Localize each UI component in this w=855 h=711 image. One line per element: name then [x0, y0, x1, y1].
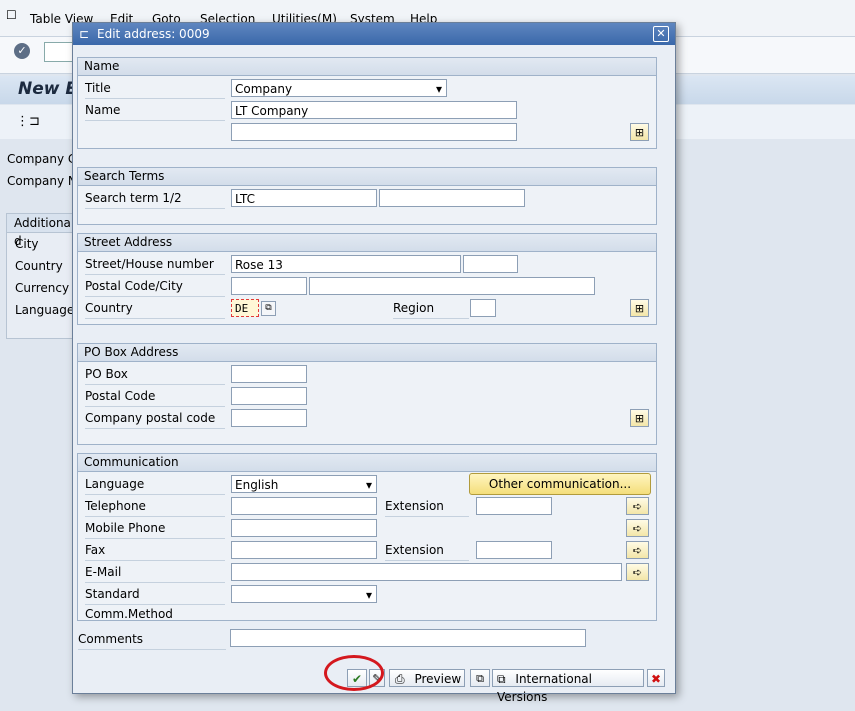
email-input[interactable]: [231, 563, 622, 581]
mobile-phone-input[interactable]: [231, 519, 377, 537]
cancel-x-icon[interactable]: ✖: [647, 669, 665, 687]
company-postal-code-label: Company postal code: [85, 408, 225, 429]
preview-label: Preview: [414, 672, 462, 686]
street-input[interactable]: Rose 13: [231, 255, 461, 273]
search-term2-input[interactable]: [379, 189, 525, 207]
mobile-details-arrow-icon[interactable]: ➪: [626, 519, 649, 537]
menu-icon[interactable]: ☐: [6, 8, 17, 22]
search-terms-header: Search Terms: [78, 168, 656, 186]
po-box-more-fields-icon[interactable]: ⊞: [630, 409, 649, 427]
po-postal-code-input[interactable]: [231, 387, 307, 405]
communication-header: Communication: [78, 454, 656, 472]
preview-button[interactable]: ⎙ Preview: [389, 669, 465, 687]
name-input[interactable]: LT Company: [231, 101, 517, 119]
postal-city-label: Postal Code/City: [85, 276, 225, 297]
versions-icon: ⧉: [497, 672, 506, 686]
country-value: DE: [235, 302, 249, 315]
highlight-circle-annotation: [324, 655, 384, 691]
po-box-input[interactable]: [231, 365, 307, 383]
search-term1-input[interactable]: LTC: [231, 189, 377, 207]
street-value: Rose 13: [235, 258, 283, 272]
additional-data-box: Additional d City Country Currency Langu…: [6, 213, 78, 339]
communication-group: Communication Language English Other com…: [77, 453, 657, 621]
search-terms-group: Search Terms Search term 1/2 LTC: [77, 167, 657, 225]
fax-input[interactable]: [231, 541, 377, 559]
search-term1-value: LTC: [235, 192, 256, 206]
street-address-header: Street Address: [78, 234, 656, 252]
telephone-details-arrow-icon[interactable]: ➪: [626, 497, 649, 515]
dialog-close-button[interactable]: ✕: [653, 26, 669, 42]
country-search-help-icon[interactable]: ⧉: [261, 301, 276, 316]
dialog-title: Edit address: 0009: [97, 27, 210, 41]
international-versions-label: International Versions: [497, 672, 592, 704]
postal-code-input[interactable]: [231, 277, 307, 295]
name-label: Name: [85, 100, 225, 121]
name-group-header: Name: [78, 58, 656, 76]
street-address-group: Street Address Street/House number Rose …: [77, 233, 657, 325]
fax-details-arrow-icon[interactable]: ➪: [626, 541, 649, 559]
std-comm-method-dropdown[interactable]: [231, 585, 377, 604]
title-dropdown[interactable]: Company: [231, 79, 447, 98]
language-label: Language: [85, 474, 225, 495]
company-postal-code-input[interactable]: [231, 409, 307, 427]
country-label: Country: [85, 298, 225, 319]
telephone-extension-input[interactable]: [476, 497, 552, 515]
other-communication-button[interactable]: Other communication...: [469, 473, 651, 495]
dialog-title-bar: ⊏ Edit address: 0009 ✕: [73, 23, 675, 45]
language-value: English: [235, 478, 279, 492]
international-versions-button[interactable]: ⧉ International Versions: [492, 669, 644, 704]
name2-input[interactable]: [231, 123, 517, 141]
fax-extension-label: Extension: [385, 540, 469, 561]
telephone-label: Telephone: [85, 496, 225, 517]
po-box-group: PO Box Address PO Box Postal Code Compan…: [77, 343, 657, 445]
street-label: Street/House number: [85, 254, 225, 275]
bg-language-label: Language: [15, 303, 75, 317]
enter-check-icon[interactable]: ✓: [14, 43, 30, 59]
city-input[interactable]: [309, 277, 595, 295]
copy-icon[interactable]: ⧉: [470, 669, 490, 687]
search-term-label: Search term 1/2: [85, 188, 225, 209]
bg-city-label: City: [15, 237, 39, 251]
bg-country-label: Country: [15, 259, 63, 273]
additional-data-header: Additional d: [7, 214, 77, 248]
street-more-fields-icon[interactable]: ⊞: [630, 299, 649, 317]
email-label: E-Mail: [85, 562, 225, 583]
printer-icon: ⎙: [395, 672, 405, 686]
page-title: New E: [18, 79, 77, 99]
house-number-input[interactable]: [463, 255, 518, 273]
bg-currency-label: Currency: [15, 281, 70, 295]
country-input[interactable]: DE: [231, 299, 259, 317]
region-label: Region: [393, 298, 469, 319]
name-value: LT Company: [235, 104, 309, 118]
telephone-extension-label: Extension: [385, 496, 469, 517]
dialog-window-icon: ⊏: [79, 27, 90, 41]
email-details-arrow-icon[interactable]: ➪: [626, 563, 649, 581]
title-label: Title: [85, 78, 225, 99]
edit-address-dialog: ⊏ Edit address: 0009 ✕ Name Title Compan…: [72, 22, 676, 704]
std-comm-method-label: Standard Comm.Method: [85, 584, 225, 621]
region-input[interactable]: [470, 299, 496, 317]
comments-label: Comments: [78, 629, 226, 650]
title-value: Company: [235, 82, 293, 96]
details-icon[interactable]: ⋮⊐: [16, 114, 40, 129]
mobile-phone-label: Mobile Phone: [85, 518, 225, 539]
fax-label: Fax: [85, 540, 225, 561]
comments-input[interactable]: [230, 629, 586, 647]
telephone-input[interactable]: [231, 497, 377, 515]
language-dropdown[interactable]: English: [231, 475, 377, 494]
fax-extension-input[interactable]: [476, 541, 552, 559]
name-more-fields-icon[interactable]: ⊞: [630, 123, 649, 141]
name-group: Name Title Company Name LT Company ⊞: [77, 57, 657, 149]
po-postal-code-label: Postal Code: [85, 386, 225, 407]
po-box-label: PO Box: [85, 364, 225, 385]
po-box-header: PO Box Address: [78, 344, 656, 362]
